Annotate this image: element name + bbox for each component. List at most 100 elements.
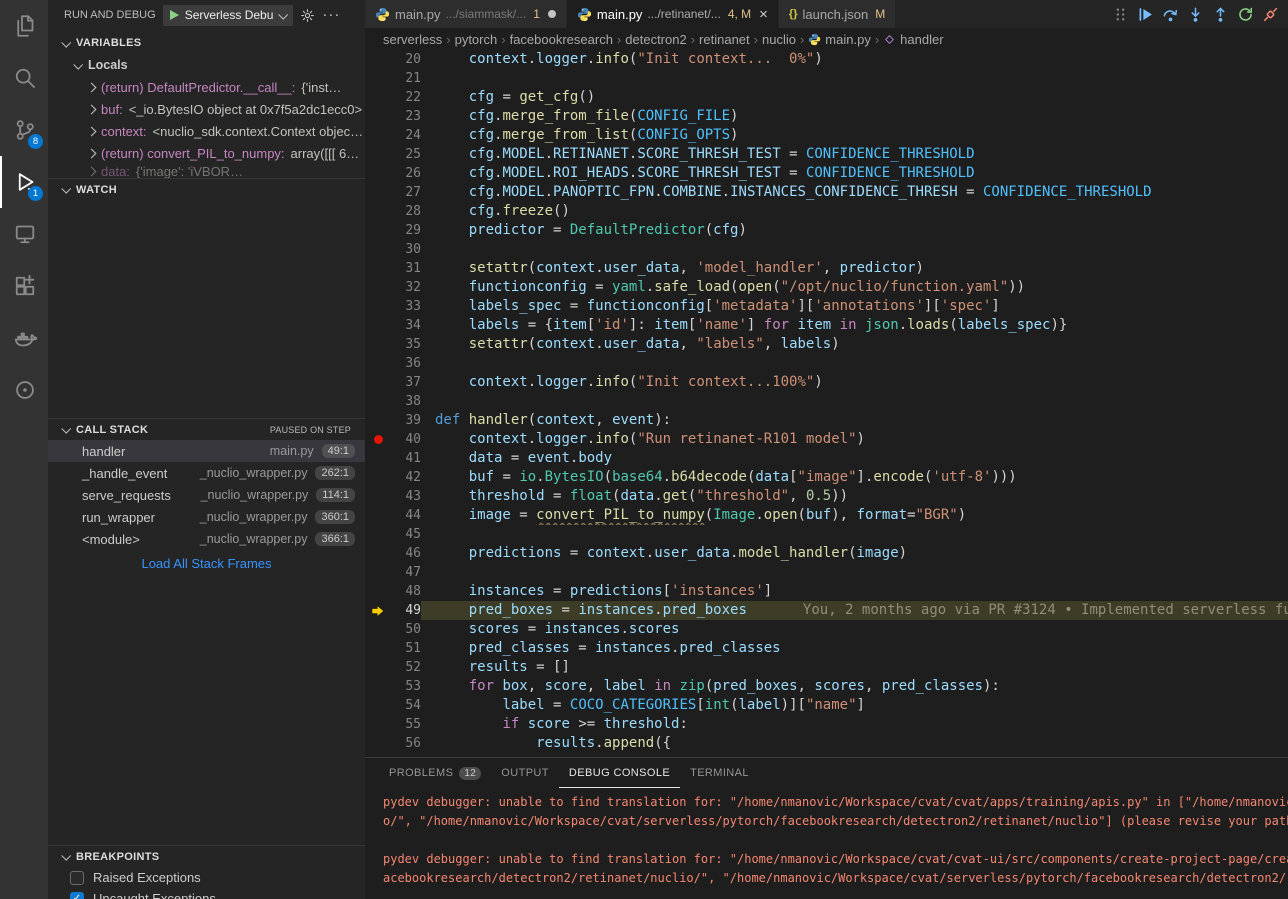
code-content[interactable]: setattr(context.user_data, "labels", lab…	[421, 335, 1288, 354]
close-icon[interactable]: ×	[759, 7, 768, 22]
breakpoint-row[interactable]: ✓Uncaught Exceptions	[48, 888, 365, 899]
glyph-margin[interactable]	[365, 639, 391, 658]
glyph-margin[interactable]	[365, 240, 391, 259]
glyph-margin[interactable]	[365, 525, 391, 544]
line-number[interactable]: 53	[391, 677, 421, 696]
glyph-margin[interactable]	[365, 107, 391, 126]
line-number[interactable]: 42	[391, 468, 421, 487]
code-content[interactable]: if score >= threshold:	[421, 715, 1288, 734]
load-all-stack-frames-link[interactable]: Load All Stack Frames	[48, 556, 365, 571]
variable-row[interactable]: (return) convert_PIL_to_numpy:array([[[ …	[48, 142, 365, 164]
glyph-margin[interactable]	[365, 221, 391, 240]
activity-item-docker[interactable]	[0, 312, 48, 364]
code-content[interactable]	[421, 563, 1288, 582]
code-content[interactable]	[421, 240, 1288, 259]
code-content[interactable]: functionconfig = yaml.safe_load(open("/o…	[421, 278, 1288, 297]
code-content[interactable]: def handler(context, event):	[421, 411, 1288, 430]
glyph-margin[interactable]	[365, 563, 391, 582]
line-number[interactable]: 49	[391, 601, 421, 620]
breadcrumb-item-detectron2[interactable]: detectron2	[625, 32, 686, 47]
continue-button[interactable]	[1133, 2, 1158, 28]
panel-tab-problems[interactable]: PROBLEMS12	[379, 758, 491, 788]
variable-row[interactable]: (return) DefaultPredictor.__call__:{'ins…	[48, 76, 365, 98]
line-number[interactable]: 39	[391, 411, 421, 430]
glyph-margin[interactable]	[365, 677, 391, 696]
line-number[interactable]: 47	[391, 563, 421, 582]
toolbar-drag-grip[interactable]	[1108, 2, 1133, 28]
code-content[interactable]	[421, 354, 1288, 373]
breadcrumb-item-main.py[interactable]: main.py	[808, 32, 871, 47]
breadcrumb-item-pytorch[interactable]: pytorch	[455, 32, 498, 47]
glyph-margin[interactable]	[365, 335, 391, 354]
glyph-margin[interactable]	[365, 468, 391, 487]
glyph-margin[interactable]	[365, 297, 391, 316]
breadcrumb-item-retinanet[interactable]: retinanet	[699, 32, 750, 47]
code-content[interactable]: setattr(context.user_data, 'model_handle…	[421, 259, 1288, 278]
activity-item-explorer[interactable]	[0, 0, 48, 52]
disconnect-button[interactable]	[1258, 2, 1283, 28]
code-content[interactable]: image = convert_PIL_to_numpy(Image.open(…	[421, 506, 1288, 525]
glyph-margin[interactable]	[365, 50, 391, 69]
code-content[interactable]: labels_spec = functionconfig['metadata']…	[421, 297, 1288, 316]
code-content[interactable]: cfg.MODEL.ROI_HEADS.SCORE_THRESH_TEST = …	[421, 164, 1288, 183]
gear-icon[interactable]	[300, 8, 315, 23]
glyph-margin[interactable]	[365, 126, 391, 145]
line-number[interactable]: 45	[391, 525, 421, 544]
call-stack-frame[interactable]: serve_requests_nuclio_wrapper.py114:1	[48, 484, 365, 506]
editor-tab-main.py[interactable]: main.py.../siammask/...1	[365, 0, 567, 28]
code-content[interactable]: results.append({	[421, 734, 1288, 753]
line-number[interactable]: 48	[391, 582, 421, 601]
code-content[interactable]: cfg.freeze()	[421, 202, 1288, 221]
panel-tab-terminal[interactable]: TERMINAL	[680, 758, 759, 788]
glyph-margin[interactable]	[365, 164, 391, 183]
code-content[interactable]	[421, 392, 1288, 411]
variable-row[interactable]: buf:<_io.BytesIO object at 0x7f5a2dc1ecc…	[48, 98, 365, 120]
line-number[interactable]: 35	[391, 335, 421, 354]
line-number[interactable]: 28	[391, 202, 421, 221]
glyph-margin[interactable]	[365, 544, 391, 563]
debug-console-output[interactable]: pydev debugger: unable to find translati…	[365, 788, 1288, 888]
breadcrumb-item-nuclio[interactable]: nuclio	[762, 32, 796, 47]
panel-tab-debug-console[interactable]: DEBUG CONSOLE	[559, 758, 680, 788]
line-number[interactable]: 36	[391, 354, 421, 373]
variable-row[interactable]: data:{'image': 'iVBOR…	[48, 164, 365, 178]
glyph-margin[interactable]	[365, 202, 391, 221]
line-number[interactable]: 46	[391, 544, 421, 563]
line-number[interactable]: 51	[391, 639, 421, 658]
glyph-margin[interactable]	[365, 411, 391, 430]
line-number[interactable]: 52	[391, 658, 421, 677]
code-content[interactable]: data = event.body	[421, 449, 1288, 468]
start-debugging-icon[interactable]	[170, 10, 179, 20]
line-number[interactable]: 37	[391, 373, 421, 392]
call-stack-section-header[interactable]: CALL STACK PAUSED ON STEP	[48, 418, 365, 440]
line-number[interactable]: 40	[391, 430, 421, 449]
line-number[interactable]: 54	[391, 696, 421, 715]
code-content[interactable]: for box, score, label in zip(pred_boxes,…	[421, 677, 1288, 696]
glyph-margin[interactable]	[365, 582, 391, 601]
line-number[interactable]: 29	[391, 221, 421, 240]
code-content[interactable]: cfg.merge_from_file(CONFIG_FILE)	[421, 107, 1288, 126]
call-stack-frame[interactable]: handlermain.py49:1	[48, 440, 365, 462]
activity-item-remote-explorer[interactable]	[0, 208, 48, 260]
call-stack-frame[interactable]: run_wrapper_nuclio_wrapper.py360:1	[48, 506, 365, 528]
line-number[interactable]: 30	[391, 240, 421, 259]
glyph-margin[interactable]	[365, 316, 391, 335]
code-content[interactable]: threshold = float(data.get("threshold", …	[421, 487, 1288, 506]
line-number[interactable]: 25	[391, 145, 421, 164]
glyph-margin[interactable]	[365, 430, 391, 449]
code-content[interactable]: pred_boxes = instances.pred_boxesYou, 2 …	[421, 601, 1288, 620]
watch-section-header[interactable]: WATCH	[48, 178, 365, 200]
activity-item-source-control[interactable]: 8	[0, 104, 48, 156]
activity-item-run-debug[interactable]: 1	[0, 156, 48, 208]
line-number[interactable]: 24	[391, 126, 421, 145]
line-number[interactable]: 23	[391, 107, 421, 126]
editor-tab-main.py[interactable]: main.py.../retinanet/...4, M×	[567, 0, 779, 28]
line-number[interactable]: 44	[391, 506, 421, 525]
variables-scope-locals[interactable]: Locals	[48, 54, 365, 76]
code-content[interactable]: cfg.merge_from_list(CONFIG_OPTS)	[421, 126, 1288, 145]
code-content[interactable]: results = []	[421, 658, 1288, 677]
line-number[interactable]: 22	[391, 88, 421, 107]
code-content[interactable]: predictor = DefaultPredictor(cfg)	[421, 221, 1288, 240]
debug-config-dropdown[interactable]: Serverless Debu	[163, 5, 294, 26]
line-number[interactable]: 31	[391, 259, 421, 278]
